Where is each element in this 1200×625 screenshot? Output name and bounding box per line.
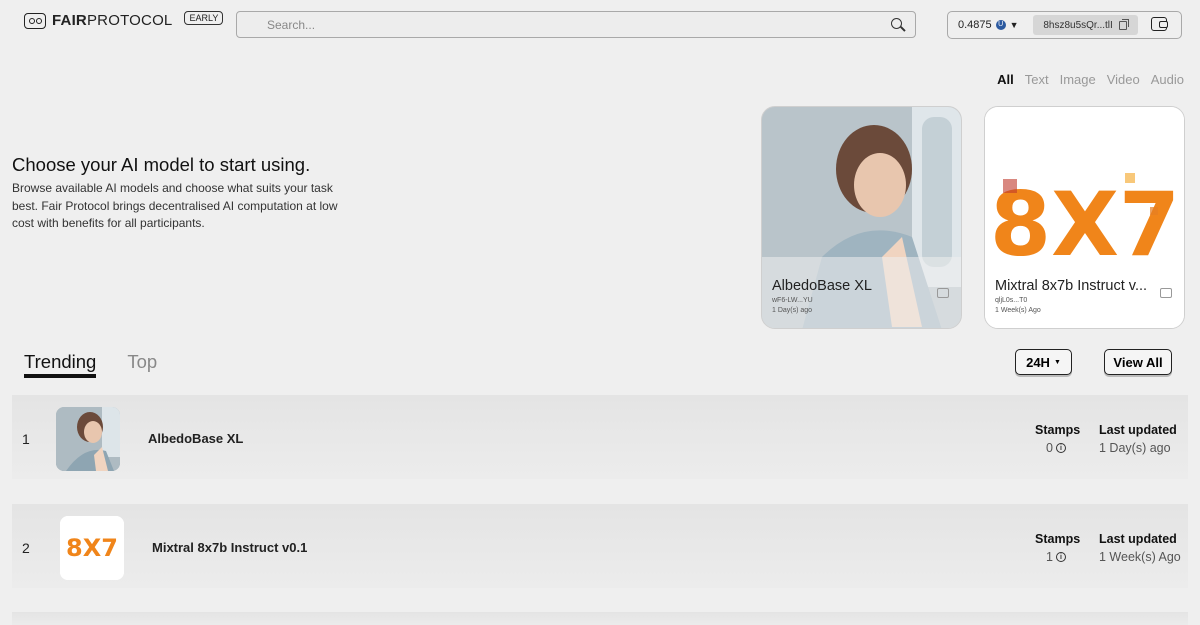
info-icon[interactable]: i bbox=[1055, 443, 1066, 453]
last-updated-value: 1 Day(s) ago bbox=[1099, 441, 1171, 455]
row-rank: 2 bbox=[22, 540, 30, 556]
search-icon[interactable] bbox=[891, 17, 905, 32]
last-updated-header: Last updated bbox=[1099, 423, 1177, 437]
like-icon[interactable] bbox=[1160, 288, 1172, 298]
table-row[interactable] bbox=[12, 612, 1188, 625]
stamps-count: 0 bbox=[1046, 441, 1053, 455]
mixtral-art-image: 8X7 bbox=[985, 107, 1184, 328]
copy-icon[interactable] bbox=[1118, 18, 1129, 30]
stamps-value: 1 i bbox=[1046, 550, 1066, 564]
logo-icon bbox=[24, 12, 46, 29]
period-label: 24H bbox=[1026, 354, 1050, 370]
row-thumbnail-image: 8X7 bbox=[60, 516, 124, 580]
featured-card-time: 1 Week(s) Ago bbox=[995, 307, 1041, 314]
tab-trending[interactable]: Trending bbox=[24, 351, 97, 378]
hero-title: Choose your AI model to start using. bbox=[12, 154, 311, 175]
chevron-down-icon[interactable]: ▼ bbox=[1010, 20, 1019, 30]
wallet-address-text: 8hsz8u5sQr...tlI bbox=[1043, 19, 1113, 31]
filter-audio[interactable]: Audio bbox=[1151, 72, 1184, 87]
category-filters: All Text Image Video Audio bbox=[997, 72, 1184, 87]
table-row[interactable]: 2 8X7 Mixtral 8x7b Instruct v0.1 Stamps … bbox=[12, 504, 1188, 588]
row-model-name[interactable]: Mixtral 8x7b Instruct v0.1 bbox=[152, 540, 307, 555]
stamps-header: Stamps bbox=[1035, 532, 1081, 546]
row-thumbnail-art-text: 8X7 bbox=[66, 534, 118, 562]
featured-card-albedobase[interactable]: AlbedoBase XL wF6-LW...YU 1 Day(s) ago bbox=[761, 106, 962, 329]
featured-card-time: 1 Day(s) ago bbox=[772, 307, 813, 314]
table-row[interactable]: 1 AlbedoBase XL Stamps 0 i Last updated … bbox=[12, 395, 1188, 479]
filter-image[interactable]: Image bbox=[1060, 72, 1096, 87]
ranking-tabs: Trending Top bbox=[24, 351, 157, 378]
hero-section: Choose your AI model to start using. Bro… bbox=[12, 154, 352, 233]
filter-video[interactable]: Video bbox=[1107, 72, 1140, 87]
stamps-count: 1 bbox=[1046, 550, 1053, 564]
row-model-name[interactable]: AlbedoBase XL bbox=[148, 431, 243, 446]
search-input[interactable] bbox=[267, 17, 891, 32]
view-all-button[interactable]: View All bbox=[1104, 349, 1172, 375]
info-icon[interactable]: i bbox=[1055, 552, 1066, 562]
token-icon: U bbox=[995, 20, 1006, 30]
stamps-header: Stamps bbox=[1035, 423, 1081, 437]
last-updated-value: 1 Week(s) Ago bbox=[1099, 550, 1181, 564]
row-rank: 1 bbox=[22, 431, 30, 447]
stamps-value: 0 i bbox=[1046, 441, 1066, 455]
early-badge: EARLY bbox=[184, 10, 224, 25]
featured-card-title: Mixtral 8x7b Instruct v... bbox=[995, 278, 1148, 294]
hero-description: Browse available AI models and choose wh… bbox=[12, 181, 338, 230]
wallet-icon[interactable] bbox=[1151, 17, 1168, 31]
featured-card-owner: qljL0s...T0 bbox=[995, 297, 1028, 304]
wallet-address[interactable]: 8hsz8u5sQr...tlI bbox=[1032, 15, 1138, 35]
portrait-image bbox=[762, 107, 961, 328]
period-dropdown[interactable]: 24H ▼ bbox=[1015, 349, 1072, 375]
featured-card-mixtral[interactable]: 8X7 Mixtral 8x7b Instruct v... qljL0s...… bbox=[984, 106, 1185, 329]
brand-logo[interactable]: FAIRPROTOCOL EARLY bbox=[24, 10, 224, 29]
caret-down-icon: ▼ bbox=[1053, 358, 1061, 366]
row-thumbnail: 8X7 bbox=[60, 516, 124, 580]
filter-all[interactable]: All bbox=[997, 72, 1014, 87]
row-thumbnail bbox=[56, 407, 120, 471]
filter-text[interactable]: Text bbox=[1025, 72, 1049, 87]
wallet-balance: 0.4875 bbox=[958, 19, 992, 31]
mixtral-art-text: 8X7 bbox=[990, 173, 1180, 276]
like-icon[interactable] bbox=[937, 288, 949, 298]
featured-card-owner: wF6-LW...YU bbox=[772, 297, 813, 304]
search-bar[interactable] bbox=[236, 11, 916, 38]
brand-name: FAIRPROTOCOL bbox=[52, 12, 173, 29]
tab-top[interactable]: Top bbox=[127, 351, 157, 378]
last-updated-header: Last updated bbox=[1099, 532, 1177, 546]
wallet-widget[interactable]: 0.4875 U ▼ 8hsz8u5sQr...tlI bbox=[947, 11, 1182, 39]
row-thumbnail-image bbox=[56, 407, 120, 471]
featured-card-title: AlbedoBase XL bbox=[772, 278, 872, 294]
